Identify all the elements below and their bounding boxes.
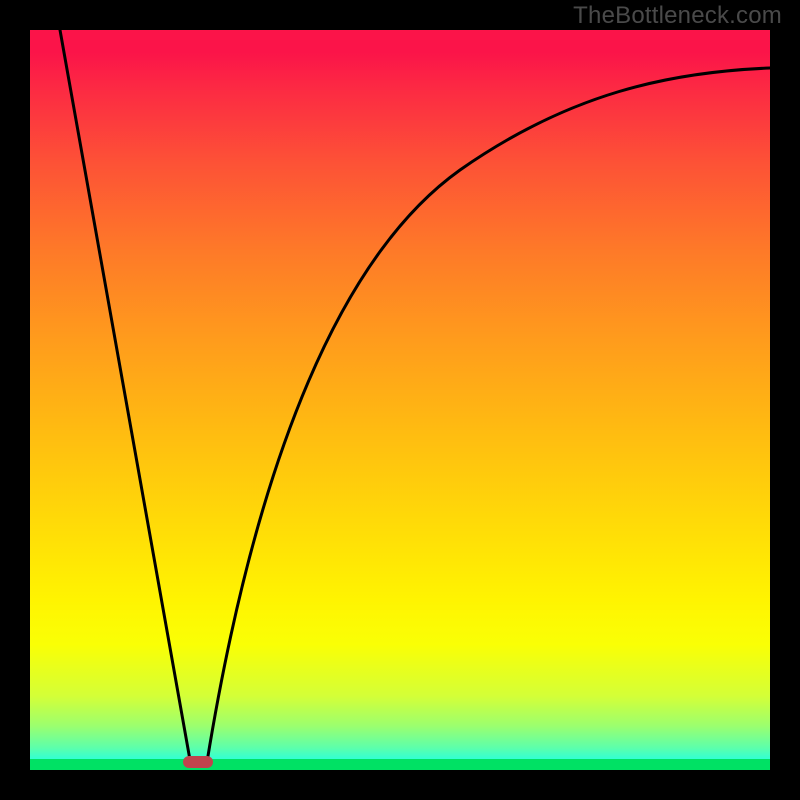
curve-path — [60, 30, 770, 762]
chart-frame: TheBottleneck.com — [0, 0, 800, 800]
plot-area — [30, 30, 770, 770]
min-point-marker — [183, 756, 213, 768]
curve-svg — [30, 30, 770, 770]
watermark-text: TheBottleneck.com — [573, 2, 782, 30]
